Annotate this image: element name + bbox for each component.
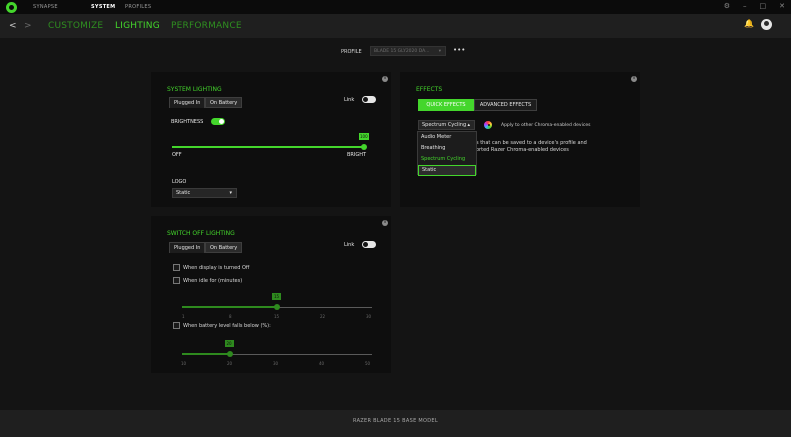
battery-value-badge: 20 bbox=[224, 340, 234, 347]
battery-tick-label: 40 bbox=[319, 361, 325, 366]
title-bar bbox=[0, 0, 791, 14]
chroma-connect-icon-center bbox=[488, 124, 490, 126]
idle-tick-label: 15 bbox=[274, 314, 280, 319]
effects-description-line1: s that can be saved to a device's profil… bbox=[476, 140, 587, 146]
effect-select-value: Spectrum Cycling bbox=[422, 122, 467, 128]
effect-option-static[interactable]: Static bbox=[418, 165, 476, 176]
battery-tick-label: 10 bbox=[181, 361, 187, 366]
tab-system[interactable]: SYSTEM bbox=[91, 4, 115, 10]
battery-slider-fill bbox=[182, 353, 230, 355]
idle-tick-label: 1 bbox=[182, 314, 185, 319]
profile-label: PROFILE bbox=[341, 49, 362, 55]
effect-select[interactable]: Spectrum Cycling ▴ bbox=[418, 120, 475, 130]
settings-icon[interactable]: ⚙ bbox=[724, 2, 730, 10]
effects-title: EFFECTS bbox=[416, 86, 443, 93]
device-name: RAZER BLADE 15 BASE MODEL bbox=[353, 418, 438, 424]
tab-plugged-in[interactable]: Plugged In bbox=[169, 242, 206, 253]
effect-dropdown-menu: Audio Meter Breathing Spectrum Cycling S… bbox=[417, 131, 477, 176]
idle-value-badge: 15 bbox=[272, 293, 281, 300]
chevron-down-icon: ▾ bbox=[229, 190, 232, 196]
tab-plugged-in[interactable]: Plugged In bbox=[169, 97, 206, 108]
tab-lighting[interactable]: LIGHTING bbox=[115, 21, 160, 31]
brightness-slider-fill bbox=[172, 146, 364, 148]
link-toggle[interactable] bbox=[362, 241, 376, 248]
tab-synapse[interactable]: SYNAPSE bbox=[33, 4, 58, 10]
display-off-label: When display is turned Off bbox=[183, 265, 250, 271]
idle-slider-fill bbox=[182, 306, 277, 308]
battery-level-checkbox[interactable] bbox=[173, 322, 180, 329]
tab-performance[interactable]: PERFORMANCE bbox=[171, 21, 242, 31]
link-toggle[interactable] bbox=[362, 96, 376, 103]
battery-tick-label: 30 bbox=[273, 361, 279, 366]
logo-effect-value: Static bbox=[176, 190, 191, 196]
back-arrow-icon[interactable]: < bbox=[9, 21, 17, 31]
idle-slider-knob[interactable] bbox=[274, 304, 280, 310]
brightness-slider-knob[interactable] bbox=[361, 144, 367, 150]
effects-description-line2: orted Razer Chroma-enabled devices bbox=[476, 147, 569, 153]
brightness-value-badge: 100 bbox=[359, 133, 369, 140]
idle-tick-label: 22 bbox=[320, 314, 326, 319]
brightness-toggle[interactable] bbox=[211, 118, 225, 125]
effect-option-audio-meter[interactable]: Audio Meter bbox=[418, 132, 476, 143]
idle-tick-label: 30 bbox=[366, 314, 372, 319]
minimize-icon[interactable]: – bbox=[743, 2, 747, 10]
battery-slider-knob[interactable] bbox=[226, 351, 233, 357]
maximize-icon[interactable]: □ bbox=[760, 2, 767, 10]
display-off-checkbox[interactable] bbox=[173, 264, 180, 271]
tab-profiles[interactable]: PROFILES bbox=[125, 4, 151, 10]
tab-quick-effects[interactable]: QUICK EFFECTS bbox=[418, 99, 474, 111]
battery-level-label: When battery level falls below (%): bbox=[183, 323, 271, 329]
link-label: Link bbox=[344, 97, 355, 103]
tab-advanced-effects[interactable]: ADVANCED EFFECTS bbox=[474, 99, 537, 111]
tab-on-battery[interactable]: On Battery bbox=[205, 242, 243, 253]
battery-tick-label: 20 bbox=[227, 361, 233, 366]
profile-value: BLADE 15 GLY2020 DA... bbox=[374, 49, 430, 54]
window-controls: ⚙ – □ ✕ bbox=[724, 2, 785, 10]
profile-select[interactable]: BLADE 15 GLY2020 DA... ▾ bbox=[370, 46, 446, 56]
forward-arrow-icon[interactable]: > bbox=[24, 21, 32, 31]
tab-on-battery[interactable]: On Battery bbox=[205, 97, 243, 108]
effect-option-spectrum-cycling[interactable]: Spectrum Cycling bbox=[418, 154, 476, 165]
more-options-button[interactable]: ••• bbox=[453, 46, 465, 54]
tab-customize[interactable]: CUSTOMIZE bbox=[48, 21, 103, 31]
chevron-up-icon: ▴ bbox=[467, 122, 470, 128]
info-icon[interactable]: i bbox=[382, 76, 388, 82]
brightness-max-label: BRIGHT bbox=[347, 152, 367, 158]
switch-off-lighting-title: SWITCH OFF LIGHTING bbox=[167, 230, 235, 237]
link-label: Link bbox=[344, 242, 355, 248]
switch-off-lighting-panel bbox=[151, 216, 391, 373]
idle-tick-label: 8 bbox=[229, 314, 232, 319]
idle-label: When idle for (minutes) bbox=[183, 278, 243, 284]
apply-to-devices-label[interactable]: Apply to other Chroma-enabled devices bbox=[501, 123, 590, 128]
close-icon[interactable]: ✕ bbox=[779, 2, 785, 10]
info-icon[interactable]: i bbox=[382, 220, 388, 226]
notification-bell-icon[interactable]: 🔔 bbox=[744, 19, 754, 28]
user-avatar-icon[interactable] bbox=[761, 19, 772, 30]
brightness-min-label: OFF bbox=[172, 152, 182, 158]
brightness-label: BRIGHTNESS bbox=[171, 119, 204, 125]
effect-option-breathing[interactable]: Breathing bbox=[418, 143, 476, 154]
system-lighting-title: SYSTEM LIGHTING bbox=[167, 86, 222, 93]
info-icon[interactable]: i bbox=[631, 76, 637, 82]
idle-checkbox[interactable] bbox=[173, 277, 180, 284]
battery-tick-label: 50 bbox=[365, 361, 371, 366]
razer-logo-icon[interactable] bbox=[6, 2, 17, 13]
logo-label: LOGO bbox=[172, 179, 187, 185]
chevron-down-icon: ▾ bbox=[438, 49, 441, 54]
logo-effect-select[interactable]: Static ▾ bbox=[172, 188, 237, 198]
